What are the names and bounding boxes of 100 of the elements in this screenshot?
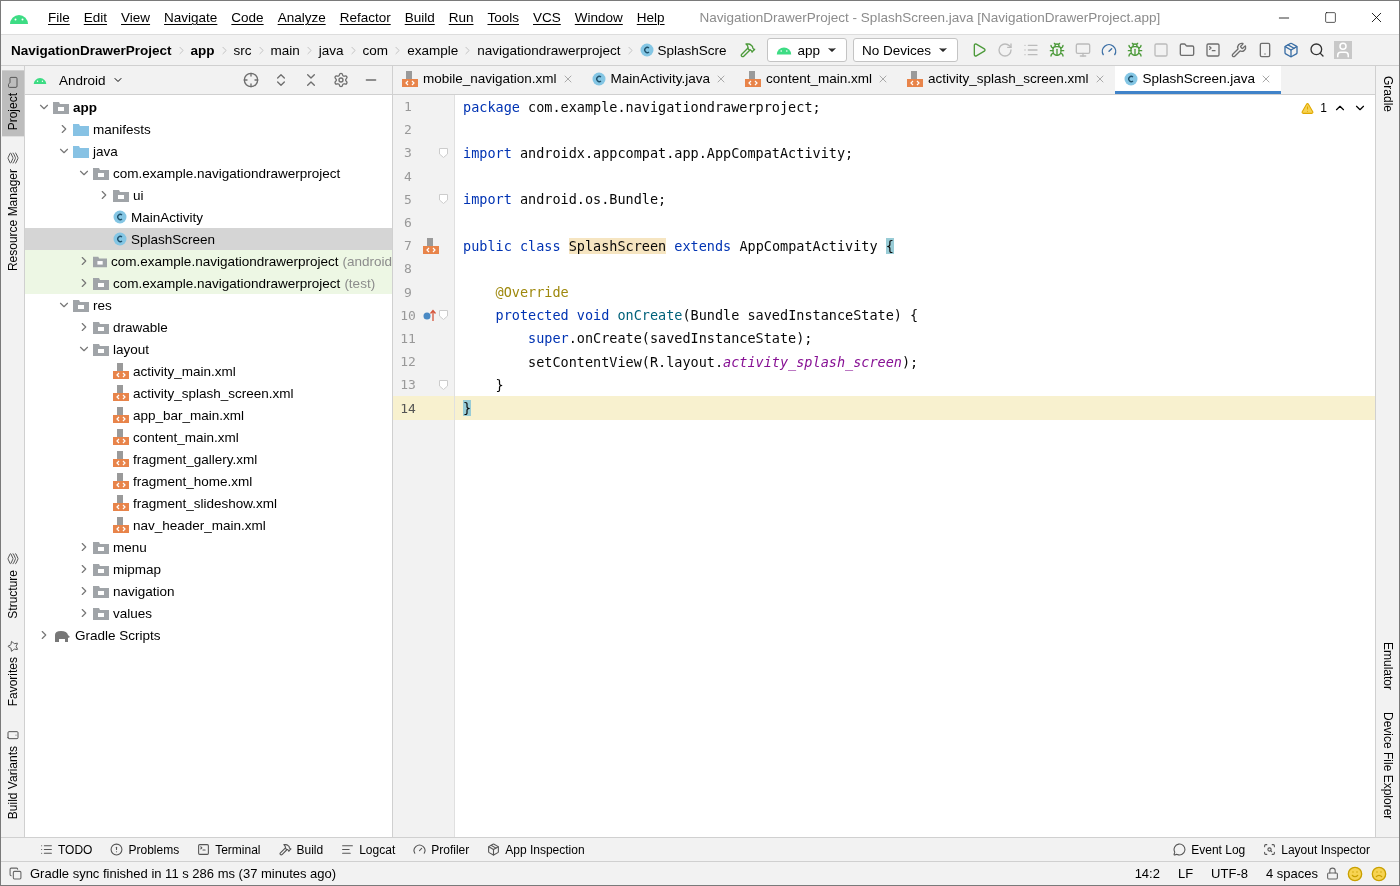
xml-file-icon — [113, 473, 129, 489]
tree-item[interactable]: MainActivity — [25, 206, 392, 228]
tree-item[interactable]: ui — [25, 184, 392, 206]
class-icon — [1123, 71, 1138, 86]
override-marker-icon[interactable] — [423, 309, 437, 322]
editor-tab[interactable]: SplashScreen.java — [1114, 66, 1282, 94]
menu-title[interactable]: Help — [636, 10, 665, 25]
fold-marker-icon[interactable] — [439, 310, 448, 321]
breadcrumb[interactable]: example — [407, 42, 459, 58]
view-dropdown[interactable]: Android — [51, 68, 132, 92]
breadcrumb[interactable]: com — [362, 42, 389, 58]
menu-title[interactable]: View — [121, 10, 151, 25]
fold-marker-icon[interactable] — [439, 194, 448, 205]
warning-count[interactable]: 1 — [1320, 101, 1327, 115]
breadcrumb[interactable]: java — [318, 42, 344, 58]
menu-title[interactable]: VCS — [533, 10, 561, 25]
editor-tab[interactable]: mobile_navigation.xml — [393, 66, 583, 94]
xml-file-icon — [423, 237, 439, 254]
tree-item[interactable]: layout — [25, 338, 392, 360]
tree-item[interactable]: com.example.navigationdrawerproject — [25, 162, 392, 184]
menu-title[interactable]: Tools — [487, 10, 519, 25]
elephant-icon — [53, 628, 71, 642]
menu-title[interactable]: Code — [231, 10, 264, 25]
menu-title[interactable]: Analyze — [277, 10, 326, 25]
tree-item[interactable]: drawable — [25, 316, 392, 338]
package-folder-icon — [93, 166, 109, 180]
xml-file-icon — [113, 495, 129, 511]
gauge-icon — [413, 843, 427, 856]
menu-title[interactable]: Build — [404, 10, 435, 25]
tree-item[interactable]: manifests — [25, 118, 392, 140]
tool-window-button[interactable]: Profiler — [404, 842, 479, 857]
tree-item[interactable]: app — [25, 96, 392, 118]
tool-window-button[interactable]: Terminal — [188, 842, 270, 857]
status-item[interactable]: UTF-8 — [1211, 866, 1248, 881]
tree-item[interactable]: activity_main.xml — [25, 360, 392, 382]
package-folder-icon — [93, 562, 109, 576]
tree-item[interactable]: res — [25, 294, 392, 316]
breadcrumb[interactable]: SplashScre — [639, 42, 727, 58]
tree-item[interactable]: SplashScreen — [25, 228, 392, 250]
editor-tab[interactable]: MainActivity.java — [582, 66, 737, 94]
status-item[interactable]: 14:2 — [1134, 866, 1160, 881]
tree-item[interactable]: values — [25, 602, 392, 624]
tool-window-button[interactable]: Problems — [101, 842, 189, 857]
menu-title[interactable]: File — [48, 10, 70, 25]
tool-window-button[interactable]: Event Log — [1164, 842, 1255, 857]
module-dropdown[interactable]: app — [766, 38, 848, 62]
tree-item[interactable]: content_main.xml — [25, 426, 392, 448]
breadcrumb[interactable]: app — [190, 42, 215, 58]
tree-item[interactable]: fragment_gallery.xml — [25, 448, 392, 470]
xml-file-icon — [113, 429, 129, 445]
breadcrumb[interactable]: main — [270, 42, 300, 58]
frown-icon[interactable] — [1371, 865, 1387, 882]
tree-item[interactable]: Gradle Scripts — [25, 624, 392, 646]
line-number: 12 — [399, 354, 417, 370]
tool-window-button[interactable]: App Inspection — [478, 842, 594, 857]
side-tab[interactable]: Favorites — [1, 634, 24, 713]
side-tab[interactable]: Project — [1, 70, 24, 137]
menu-title[interactable]: Navigate — [164, 10, 218, 25]
tree-item[interactable]: app_bar_main.xml — [25, 404, 392, 426]
smile-icon[interactable] — [1347, 865, 1363, 882]
side-tab[interactable]: Emulator — [1376, 635, 1399, 696]
fold-marker-icon[interactable] — [439, 379, 448, 390]
tool-window-button[interactable]: Logcat — [332, 842, 405, 857]
tree-item[interactable]: mipmap — [25, 558, 392, 580]
hammer-icon — [278, 843, 292, 856]
device-dropdown[interactable]: No Devices — [853, 38, 959, 62]
tree-item[interactable]: java — [25, 140, 392, 162]
code-line: super.onCreate(savedInstanceState); — [527, 329, 813, 349]
breadcrumb[interactable]: src — [233, 42, 252, 58]
status-item[interactable]: LF — [1177, 866, 1194, 881]
menu-title[interactable]: Run — [448, 10, 474, 25]
tool-window-button[interactable]: Layout Inspector — [1254, 842, 1379, 857]
line-number: 13 — [399, 377, 417, 393]
panels-icon[interactable] — [9, 867, 22, 880]
tree-item[interactable]: fragment_slideshow.xml — [25, 492, 392, 514]
tree-item[interactable]: navigation — [25, 580, 392, 602]
editor-tab[interactable]: content_main.xml — [736, 66, 898, 94]
lock-icon[interactable] — [1326, 867, 1339, 880]
tree-item[interactable]: com.example.navigationdrawerproject (android — [25, 250, 392, 272]
breadcrumb[interactable]: navigationdrawerproject — [477, 42, 621, 58]
tree-item[interactable]: activity_splash_screen.xml — [25, 382, 392, 404]
fold-marker-icon[interactable] — [439, 147, 448, 158]
maximize-icon[interactable] — [1323, 11, 1337, 24]
tool-window-button[interactable]: TODO — [31, 842, 102, 857]
side-tab[interactable]: Structure — [1, 546, 24, 625]
menu-title[interactable]: Refactor — [339, 10, 391, 25]
side-tab[interactable]: Gradle — [1376, 70, 1399, 119]
breadcrumb[interactable]: NavigationDrawerProject — [11, 42, 172, 58]
side-tab[interactable]: Resource Manager — [1, 146, 24, 278]
tree-item[interactable]: menu — [25, 536, 392, 558]
status-item[interactable]: 4 spaces — [1265, 866, 1318, 881]
side-tab[interactable]: Build Variants — [1, 722, 24, 825]
tree-item[interactable]: fragment_home.xml — [25, 470, 392, 492]
editor-tab[interactable]: activity_splash_screen.xml — [897, 66, 1115, 94]
menu-title[interactable]: Window — [574, 10, 623, 25]
side-tab[interactable]: Device File Explorer — [1376, 705, 1399, 825]
menu-title[interactable]: Edit — [83, 10, 108, 25]
tool-window-button[interactable]: Build — [269, 842, 333, 857]
tree-item[interactable]: com.example.navigationdrawerproject (test) — [25, 272, 392, 294]
tree-item[interactable]: nav_header_main.xml — [25, 514, 392, 536]
